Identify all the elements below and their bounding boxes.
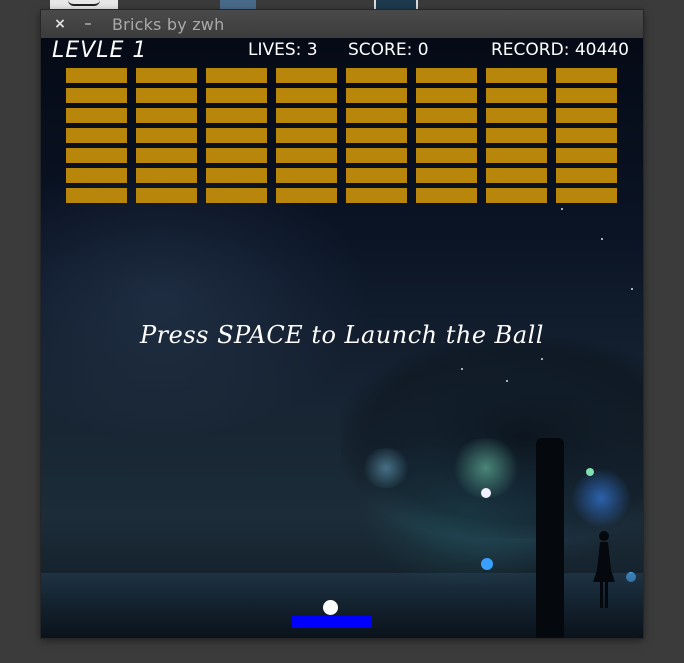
brick	[346, 188, 407, 203]
brick	[346, 168, 407, 183]
brick	[276, 68, 337, 83]
brick	[206, 108, 267, 123]
paddle[interactable]	[292, 616, 372, 628]
star	[601, 238, 603, 240]
bokeh-glow	[361, 448, 411, 488]
brick	[66, 108, 127, 123]
brick	[136, 108, 197, 123]
desktop-icon[interactable]	[374, 0, 418, 10]
brick	[136, 88, 197, 103]
brick	[556, 148, 617, 163]
brick	[556, 168, 617, 183]
bokeh-glow	[481, 558, 493, 570]
brick	[206, 128, 267, 143]
brick	[486, 108, 547, 123]
brick	[556, 128, 617, 143]
level-label: LEVLE 1	[52, 38, 148, 63]
girl-silhouette	[593, 531, 615, 608]
brick	[276, 128, 337, 143]
brick	[66, 168, 127, 183]
brick	[66, 68, 127, 83]
brick	[136, 168, 197, 183]
brick	[416, 68, 477, 83]
brick	[206, 148, 267, 163]
close-button[interactable]: ×	[50, 14, 70, 34]
record-label: RECORD: 40440	[491, 40, 629, 60]
brick	[486, 128, 547, 143]
brick	[346, 88, 407, 103]
brick	[486, 148, 547, 163]
close-icon: ×	[54, 16, 66, 32]
minimize-icon: –	[84, 16, 92, 32]
title-bar[interactable]: × – Bricks by zwh	[41, 10, 643, 39]
lives-label: LIVES: 3	[248, 40, 318, 60]
bokeh-glow	[586, 468, 594, 476]
star	[506, 380, 508, 382]
brick	[416, 148, 477, 163]
brick	[416, 168, 477, 183]
brick	[556, 68, 617, 83]
minimize-button[interactable]: –	[78, 14, 98, 34]
game-window: × – Bricks by zwh LEVLE 1 LIVES: 3 SCORE…	[41, 10, 643, 638]
brick	[486, 168, 547, 183]
ball	[323, 600, 338, 615]
brick	[206, 188, 267, 203]
brick	[416, 108, 477, 123]
star	[631, 288, 633, 290]
brick	[66, 128, 127, 143]
brick	[66, 88, 127, 103]
window-title: Bricks by zwh	[112, 14, 225, 34]
tree-trunk	[536, 438, 564, 638]
brick	[276, 88, 337, 103]
bokeh-glow	[571, 468, 631, 528]
brick	[346, 128, 407, 143]
star	[541, 358, 543, 360]
star	[561, 208, 563, 210]
score-label: SCORE: 0	[348, 40, 429, 60]
brick	[556, 88, 617, 103]
brick	[276, 188, 337, 203]
brick	[136, 148, 197, 163]
brick	[346, 68, 407, 83]
brick	[276, 168, 337, 183]
brick	[346, 108, 407, 123]
brick	[416, 128, 477, 143]
brick	[136, 68, 197, 83]
launch-instruction: Press SPACE to Launch the Ball	[140, 321, 544, 349]
brick	[66, 148, 127, 163]
star	[461, 368, 463, 370]
brick	[486, 68, 547, 83]
brick	[206, 168, 267, 183]
brick	[136, 128, 197, 143]
bokeh-glow	[481, 488, 491, 498]
brick	[276, 148, 337, 163]
brick	[136, 188, 197, 203]
brick	[486, 88, 547, 103]
brick	[486, 188, 547, 203]
desktop-icon[interactable]	[220, 0, 256, 10]
brick	[276, 108, 337, 123]
brick	[416, 188, 477, 203]
brick	[556, 108, 617, 123]
game-canvas[interactable]: LEVLE 1 LIVES: 3 SCORE: 0 RECORD: 40440 …	[41, 38, 643, 638]
brick	[206, 88, 267, 103]
brick	[416, 88, 477, 103]
brick	[206, 68, 267, 83]
brick	[346, 148, 407, 163]
brick	[556, 188, 617, 203]
brick	[66, 188, 127, 203]
